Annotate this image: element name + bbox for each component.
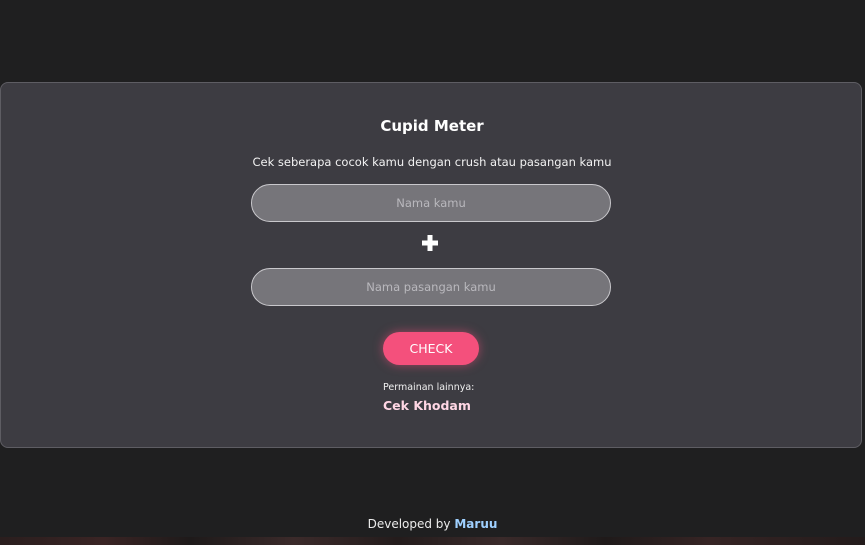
check-button[interactable]: CHECK — [383, 332, 479, 365]
page: Cupid Meter Cek seberapa cocok kamu deng… — [0, 0, 865, 545]
footer-prefix: Developed by — [367, 517, 451, 531]
page-title: Cupid Meter — [380, 117, 484, 135]
background-image-strip — [0, 537, 865, 545]
footer: Developed by Maruu — [0, 517, 865, 531]
cek-khodam-link[interactable]: Cek Khodam — [383, 398, 471, 413]
plus-icon — [422, 235, 438, 251]
more-games-label: Permainan lainnya: — [383, 382, 475, 393]
cupid-meter-card: Cupid Meter Cek seberapa cocok kamu deng… — [0, 82, 862, 448]
developer-link[interactable]: Maruu — [454, 517, 497, 531]
subtitle: Cek seberapa cocok kamu dengan crush ata… — [252, 155, 612, 169]
your-name-input[interactable] — [251, 184, 611, 222]
partner-name-input[interactable] — [251, 268, 611, 306]
